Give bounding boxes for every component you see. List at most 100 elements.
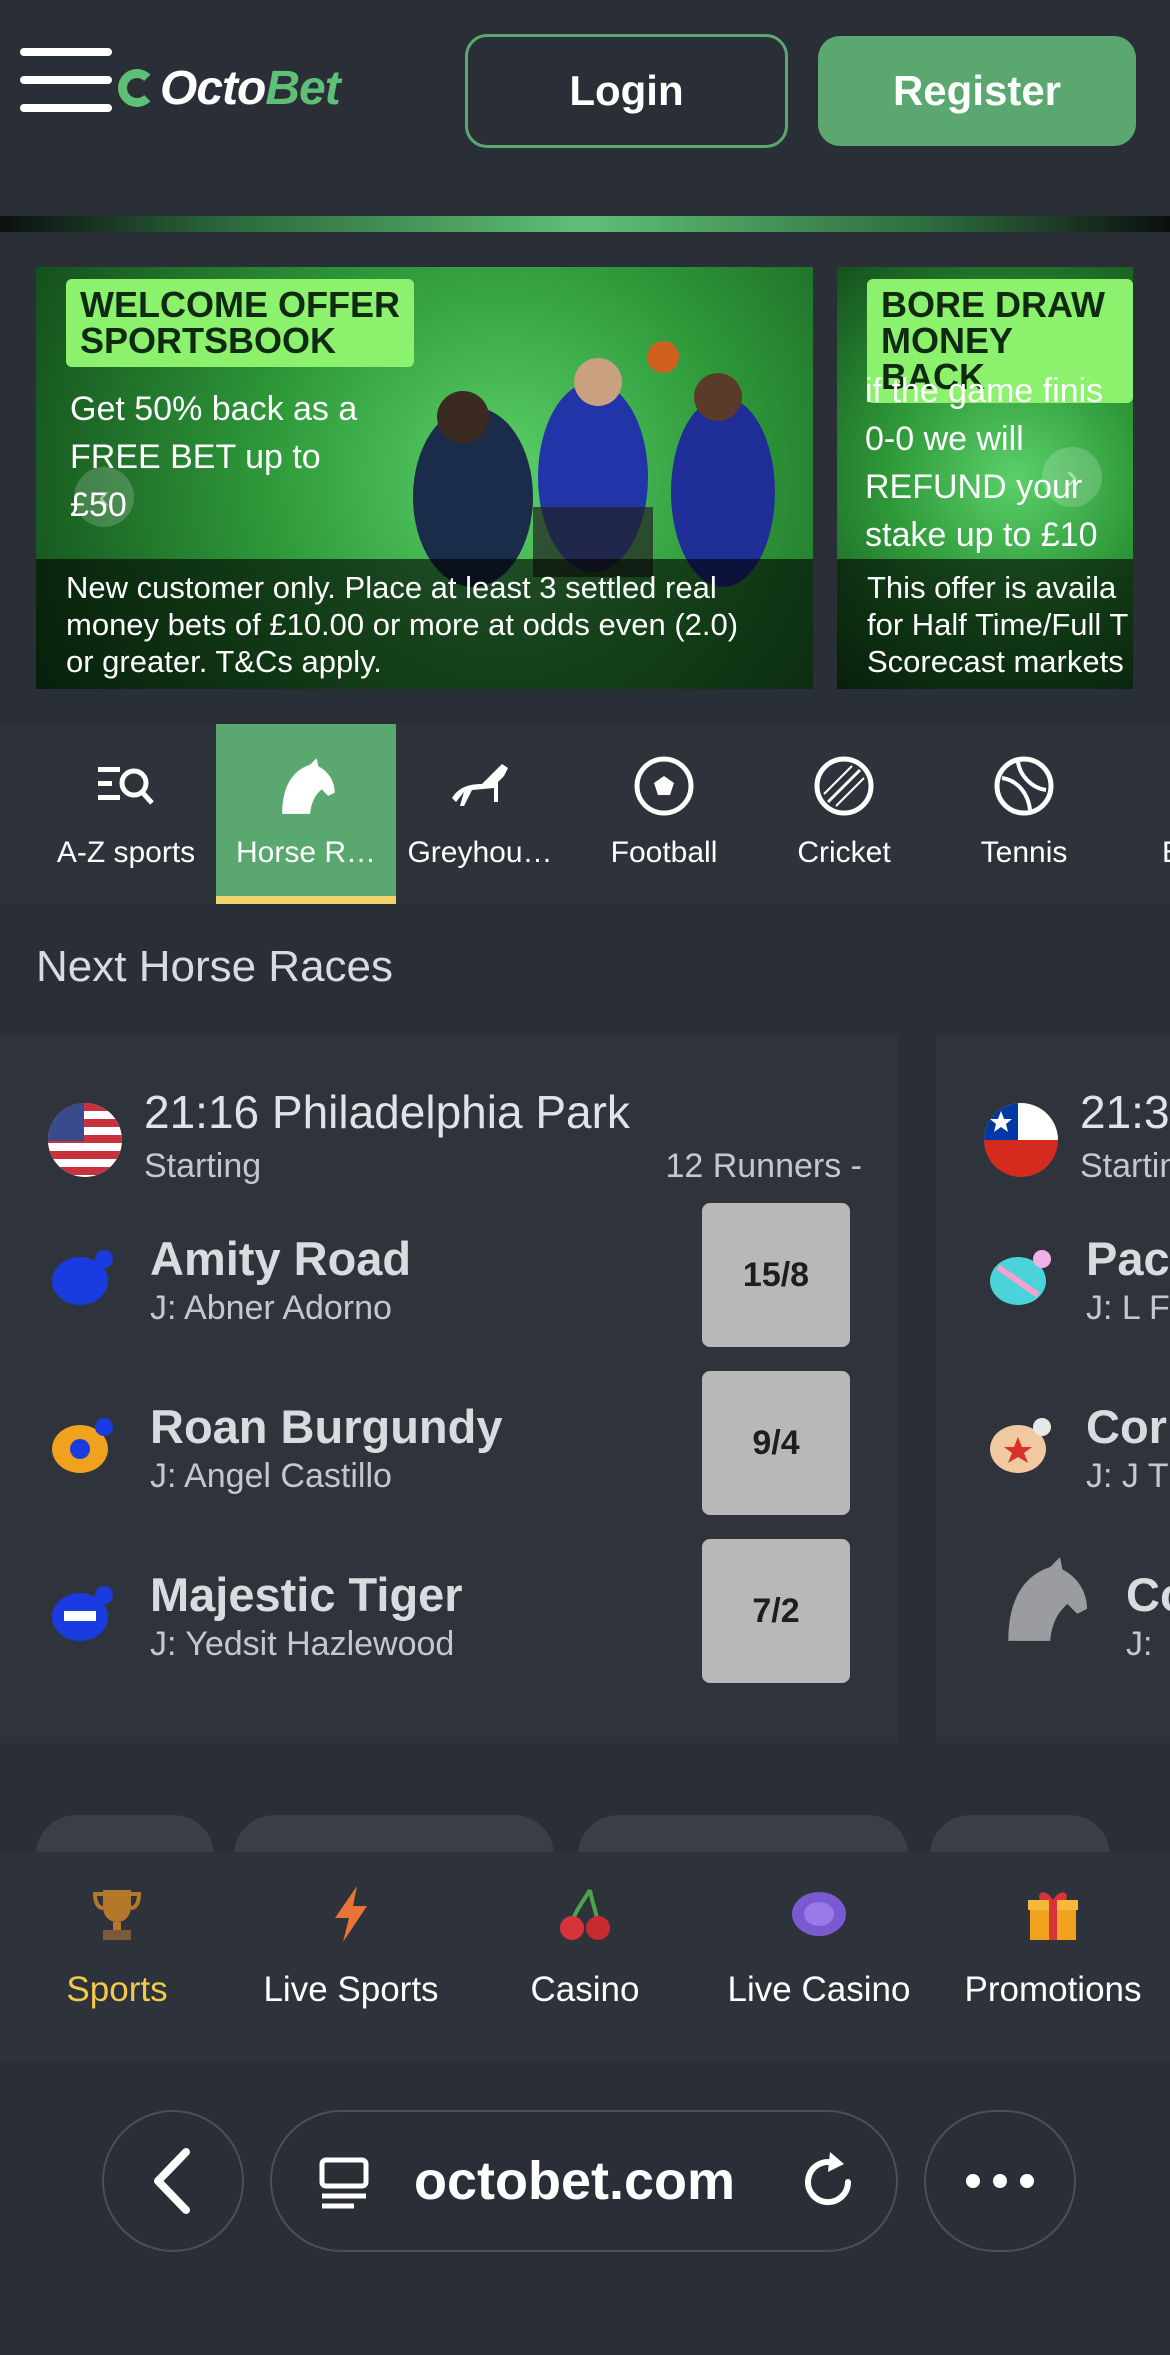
tab-promotions[interactable]: Promotions xyxy=(936,1852,1170,2062)
sport-label: Horse R… xyxy=(235,836,377,869)
runner-jockey: J: xyxy=(1126,1625,1153,1663)
horse-head-icon xyxy=(1008,1557,1088,1641)
football-icon xyxy=(632,754,696,818)
promo-banner-welcome[interactable]: WELCOME OFFER SPORTSBOOK Get 50% back as… xyxy=(36,267,813,689)
menu-icon[interactable] xyxy=(20,48,112,112)
runner-row: Roan Burgundy J: Angel Castillo 9/4 xyxy=(0,1371,898,1517)
header: OctoBet Login Register xyxy=(0,0,1170,232)
more-dots-icon xyxy=(966,2174,1034,2188)
race-runner-count: 12 Runners - xyxy=(665,1147,862,1185)
sport-item-horse-racing[interactable]: Horse R… xyxy=(216,724,396,904)
sport-item-az[interactable]: A-Z sports xyxy=(36,724,216,904)
promo-body-line: stake up to £10 xyxy=(865,516,1098,554)
runner-name: Roan Burgundy xyxy=(150,1400,503,1453)
jockey-silk-icon xyxy=(52,1586,113,1641)
tab-live-sports[interactable]: Live Sports xyxy=(234,1852,468,2062)
sport-item-cricket[interactable]: Cricket xyxy=(754,724,934,904)
url-text: octobet.com xyxy=(414,2151,736,2211)
promo-body-line: if the game finis xyxy=(865,372,1104,410)
odds-button[interactable]: 15/8 xyxy=(702,1203,850,1347)
register-button[interactable]: Register xyxy=(818,36,1136,146)
sport-label: Tennis xyxy=(980,836,1068,869)
runner-row: Amity Road J: Abner Adorno 15/8 xyxy=(0,1203,898,1349)
octobet-logo[interactable]: OctoBet xyxy=(118,58,341,118)
lightning-icon xyxy=(319,1882,383,1946)
promo-next-icon[interactable]: › xyxy=(1042,447,1102,507)
gift-icon xyxy=(1021,1882,1085,1946)
promo-caption: New customer only. Place at least 3 sett… xyxy=(36,559,813,689)
cl-flag-icon xyxy=(984,1103,1058,1177)
jockey-silk-icon xyxy=(52,1418,113,1473)
az-search-icon xyxy=(94,754,158,818)
app-root: OctoBet Login Register WELCOME OFFER SPO… xyxy=(0,0,1170,2355)
sport-label: Football xyxy=(610,836,718,869)
race-title: 21:3 xyxy=(1080,1086,1170,1138)
sport-item-greyhounds[interactable]: Greyhou… xyxy=(390,724,570,904)
race-status: Startin xyxy=(1080,1147,1170,1185)
sport-label: Greyhou… xyxy=(407,836,553,869)
chip-icon xyxy=(787,1882,851,1946)
cherries-icon xyxy=(553,1882,617,1946)
runner-name: Amity Road xyxy=(150,1232,412,1285)
us-flag-icon xyxy=(48,1103,122,1177)
cricket-ball-icon xyxy=(812,754,876,818)
logo-mark-icon xyxy=(118,69,156,107)
runner-name: Co xyxy=(1126,1568,1170,1621)
runner-row: Co J: xyxy=(936,1539,1170,1685)
tabs-icon xyxy=(319,2157,369,2209)
sport-label: Cricket xyxy=(797,836,891,869)
promo-banner-bore-draw[interactable]: BORE DRAW MONEY BACK if the game finis 0… xyxy=(837,267,1133,689)
sport-item-tennis[interactable]: Tennis xyxy=(934,724,1114,904)
tab-label: Promotions xyxy=(964,1970,1142,2009)
jockey-silk-icon xyxy=(990,1250,1051,1305)
runner-name: Majestic Tiger xyxy=(150,1568,463,1621)
sport-label: E xyxy=(1162,836,1170,870)
runner-name: Pac xyxy=(1086,1232,1170,1285)
section-title: Next Horse Races xyxy=(36,942,394,991)
horse-head-icon xyxy=(274,754,338,818)
sport-item-football[interactable]: Football xyxy=(574,724,754,904)
logo-text-a: Octo xyxy=(160,61,266,115)
runner-jockey: J: Angel Castillo xyxy=(150,1457,392,1495)
promo-caption-line: money bets of £10.00 or more at odds eve… xyxy=(66,607,739,642)
promo-caption-line: Scorecast markets xyxy=(867,644,1124,679)
sport-label: A-Z sports xyxy=(56,836,196,869)
more-sport-icon xyxy=(1114,754,1170,818)
promo-caption-line: for Half Time/Full T xyxy=(867,607,1129,642)
logo-text-b: Bet xyxy=(265,61,340,115)
promo-tag: WELCOME OFFER SPORTSBOOK xyxy=(66,279,414,367)
sports-nav: A-Z sports Horse R… Greyhou… Football Cr… xyxy=(0,724,1170,904)
login-button[interactable]: Login xyxy=(465,34,788,148)
promo-caption-line: or greater. T&Cs apply. xyxy=(66,644,382,679)
tab-live-casino[interactable]: Live Casino xyxy=(702,1852,936,2062)
runner-jockey: J: J T xyxy=(1086,1457,1169,1495)
tennis-ball-icon xyxy=(992,754,1056,818)
promo-tag-line: BORE DRAW xyxy=(881,284,1105,325)
runner-row: Majestic Tiger J: Yedsit Hazlewood 7/2 xyxy=(0,1539,898,1685)
tab-label: Live Casino xyxy=(727,1970,911,2009)
promo-tag-line: WELCOME OFFER xyxy=(80,284,400,325)
browser-bar: octobet.com xyxy=(0,2062,1170,2355)
tab-label: Live Sports xyxy=(263,1970,439,2009)
odds-button[interactable]: 7/2 xyxy=(702,1539,850,1683)
tab-sports[interactable]: Sports xyxy=(0,1852,234,2062)
address-bar[interactable]: octobet.com xyxy=(270,2110,898,2252)
bottom-tab-bar: Sports Live Sports Casino Live Casino Pr… xyxy=(0,1852,1170,2062)
chevron-left-icon xyxy=(154,2148,190,2214)
runner-row: Cor J: J T xyxy=(936,1371,1170,1517)
race-status: Starting xyxy=(144,1147,262,1185)
sport-item-more[interactable]: E xyxy=(1114,724,1170,904)
trophy-icon xyxy=(85,1882,149,1946)
race-title: 21:16 Philadelphia Park xyxy=(144,1086,630,1138)
race-card[interactable]: 21:16 Philadelphia Park Starting 12 Runn… xyxy=(0,1035,898,1743)
promo-body-line: Get 50% back as a xyxy=(70,390,358,428)
promo-prev-icon[interactable]: ‹ xyxy=(74,467,134,527)
race-card[interactable]: 21:3 Startin Pac J: L F Cor J: J T Co J: xyxy=(936,1035,1170,1743)
tab-casino[interactable]: Casino xyxy=(468,1852,702,2062)
reload-icon[interactable] xyxy=(796,2150,860,2214)
greyhound-icon xyxy=(448,754,512,818)
odds-button[interactable]: 9/4 xyxy=(702,1371,850,1515)
back-button[interactable] xyxy=(102,2110,244,2252)
more-button[interactable] xyxy=(924,2110,1076,2252)
promo-caption-line: New customer only. Place at least 3 sett… xyxy=(66,570,717,605)
